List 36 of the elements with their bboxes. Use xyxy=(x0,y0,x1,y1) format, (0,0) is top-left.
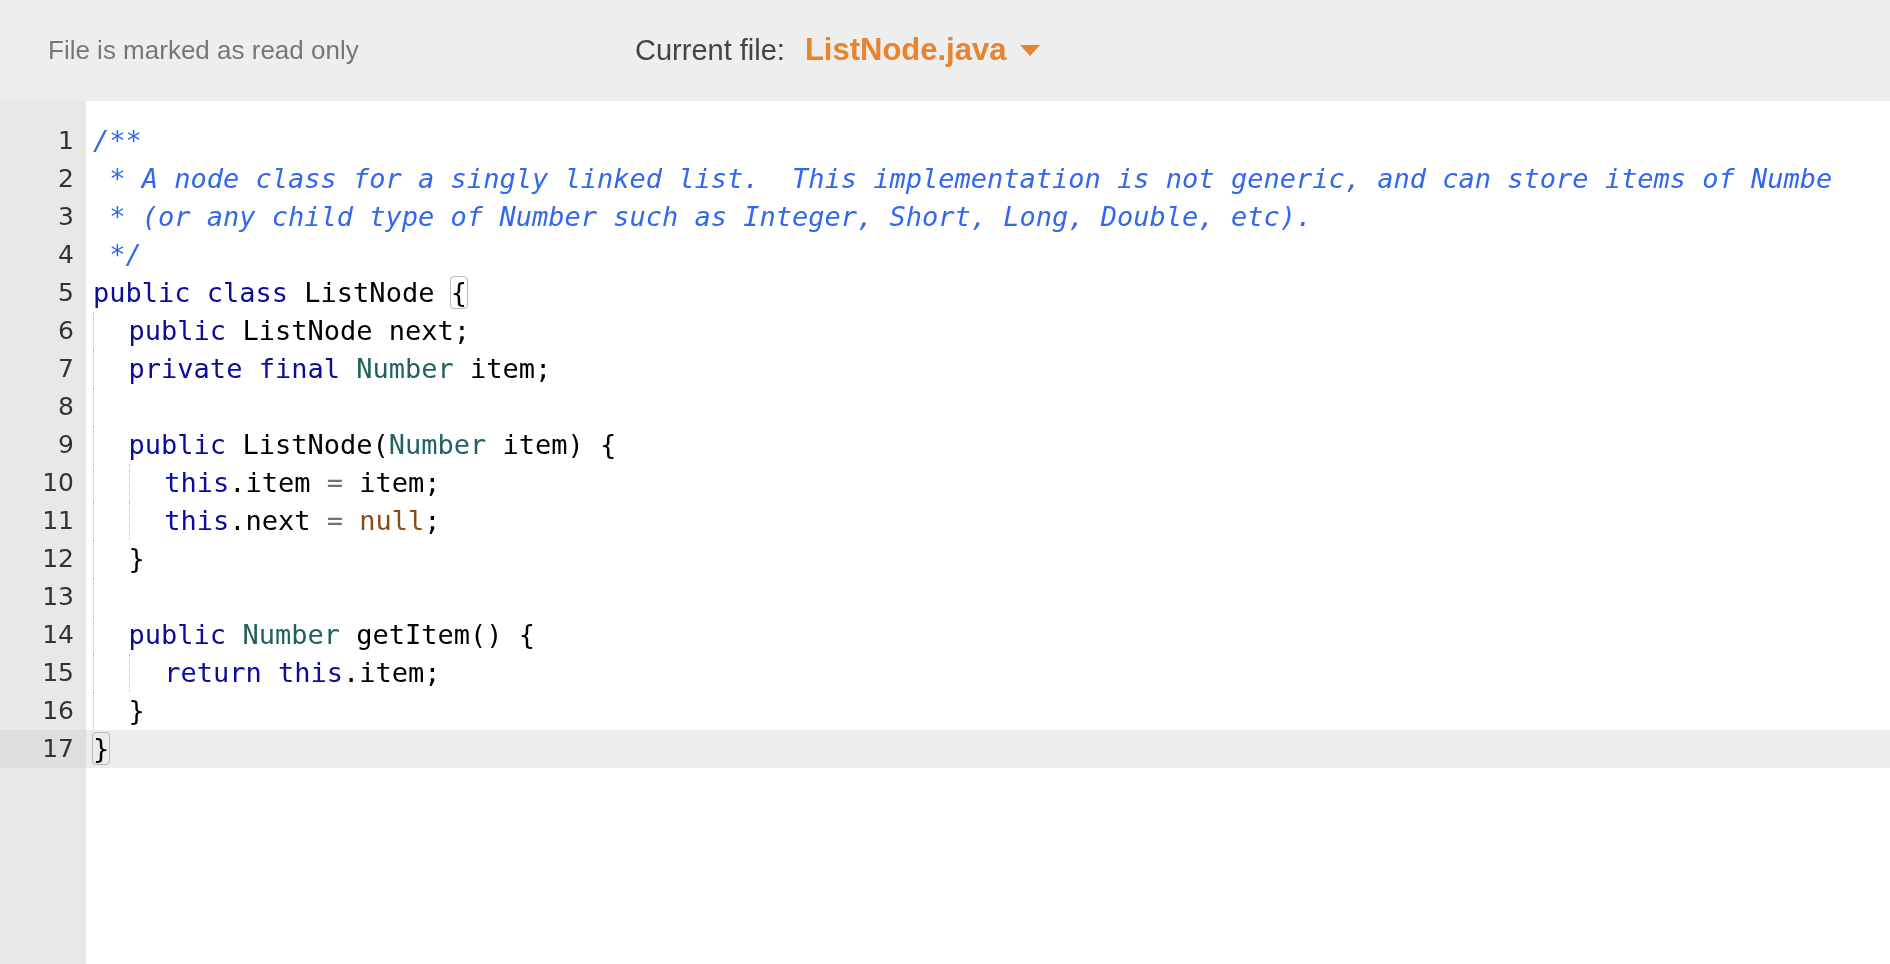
code-line: /** xyxy=(93,124,142,158)
line-number: 9 xyxy=(57,429,75,461)
code-line: public ListNode next; xyxy=(128,314,470,348)
line-number: 13 xyxy=(41,581,75,613)
line-number: 5 xyxy=(57,277,75,309)
line-number: 3 xyxy=(57,201,75,233)
code-line: * (or any child type of Number such as Integer, Short, Long, Double, etc). xyxy=(108,200,1313,234)
status-text: File is marked as read only xyxy=(48,34,360,67)
code-line: this.item = item; xyxy=(164,466,441,500)
line-number: 14 xyxy=(41,619,75,651)
code-line: public Number getItem() { xyxy=(128,618,535,652)
line-number: 11 xyxy=(41,505,75,537)
line-number: 15 xyxy=(41,657,75,689)
code-line: */ xyxy=(108,238,142,272)
code-line: this.next = null; xyxy=(164,504,441,538)
code-line: } xyxy=(128,542,145,576)
line-number: 6 xyxy=(57,315,75,347)
line-number: 2 xyxy=(57,163,75,195)
caret-icon xyxy=(1020,45,1041,56)
code-line: private final Number item; xyxy=(128,352,552,386)
line-number: 10 xyxy=(41,467,75,499)
code-line: } xyxy=(93,732,110,766)
line-number: 4 xyxy=(57,239,75,271)
code-line: public ListNode(Number item) { xyxy=(128,428,617,462)
code-line: public class ListNode { xyxy=(93,276,467,310)
line-number: 17 xyxy=(0,730,86,768)
line-number: 12 xyxy=(41,543,75,575)
line-number: 7 xyxy=(57,353,75,385)
line-number: 16 xyxy=(41,695,75,727)
code-line: } xyxy=(128,694,145,728)
line-number: 1 xyxy=(57,125,75,157)
file-dropdown[interactable]: ListNode.java xyxy=(800,27,1045,74)
code-line: * A node class for a singly linked list. This implementation is not generic, and can store items of Numbe xyxy=(108,162,1833,196)
file-label: Current file: xyxy=(635,32,785,68)
line-number: 8 xyxy=(57,391,75,423)
code-line: return this.item; xyxy=(164,656,441,690)
